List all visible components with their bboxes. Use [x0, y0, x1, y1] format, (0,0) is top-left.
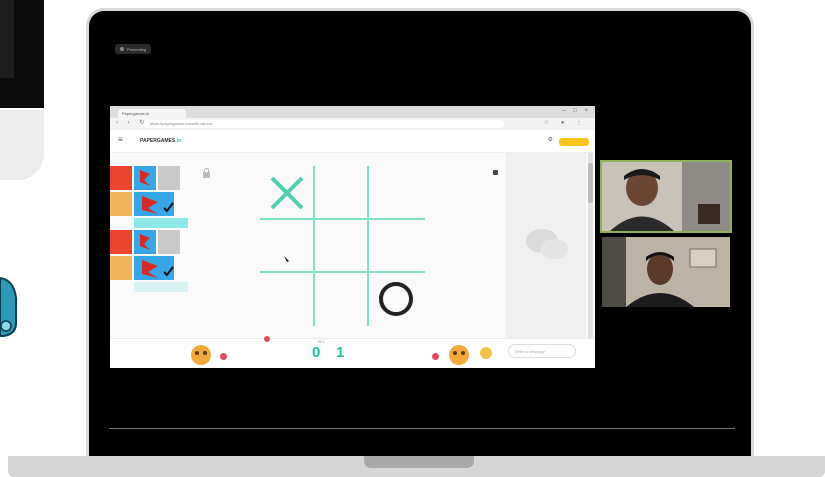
tile-blue-wide[interactable] — [134, 256, 174, 280]
laptop-screen: Presenting Papergames.io – □ × ‹ › ↻ htt… — [86, 8, 754, 460]
laptop-notch — [364, 456, 474, 468]
lock-icon[interactable] — [202, 168, 211, 178]
red-figure-icon — [140, 170, 150, 186]
tile-gray[interactable] — [158, 230, 180, 254]
x-mark — [270, 176, 304, 210]
o-mark — [379, 282, 413, 316]
player-right-status-icon — [432, 353, 439, 360]
logo-suffix: .io — [175, 138, 182, 144]
participant-1-photo — [602, 162, 730, 231]
robot-mascot-icon — [0, 276, 17, 337]
hamburger-icon[interactable]: ≡ — [118, 135, 123, 144]
player-right-avatar-icon[interactable] — [444, 343, 474, 367]
tile-blue[interactable] — [134, 230, 156, 254]
site-header: ≡ PAPERGAMES.io ⚙ — [110, 130, 595, 153]
tic-tac-toe-board[interactable] — [260, 166, 430, 326]
participant-video-active[interactable] — [600, 160, 732, 233]
help-icon[interactable]: ⚙ — [548, 136, 553, 143]
score-left: 0 — [312, 344, 321, 361]
chat-panel — [506, 153, 586, 338]
chat-bubbles-icon — [526, 229, 568, 259]
red-figure-icon — [140, 234, 150, 250]
tile-gray[interactable] — [158, 166, 180, 190]
presenting-indicator[interactable]: Presenting — [115, 44, 152, 54]
scrollbar[interactable] — [588, 153, 593, 338]
presenting-label: Presenting — [127, 46, 147, 52]
left-gray-card — [0, 110, 44, 180]
game-bottom-bar: W L 0 1 Write a message — [110, 336, 595, 368]
red-figure-icon — [142, 260, 174, 278]
present-icon — [120, 47, 124, 51]
red-figure-icon — [142, 196, 174, 214]
extension-icons[interactable]: ☆ ● ⋮ — [544, 119, 587, 126]
browser-tab[interactable]: Papergames.io — [118, 109, 186, 118]
logo-text: PAPERGAMES — [140, 138, 176, 144]
tile-strip — [134, 218, 188, 228]
tile-character[interactable] — [110, 256, 132, 280]
tile-blue-wide[interactable] — [134, 192, 174, 216]
left-dark-panel — [0, 0, 44, 108]
scroll-thumb[interactable] — [588, 163, 593, 203]
settings-dot-icon[interactable] — [493, 170, 498, 175]
tile-strip — [134, 282, 188, 292]
tile-red[interactable] — [110, 166, 132, 190]
site-logo[interactable]: PAPERGAMES.io — [140, 138, 181, 144]
chat-input[interactable]: Write a message — [508, 344, 576, 358]
meet-divider — [109, 428, 735, 429]
window-controls[interactable]: – □ × — [562, 108, 591, 114]
tile-character[interactable] — [110, 192, 132, 216]
left-dark-inner — [0, 0, 14, 78]
emoji-button-icon[interactable] — [480, 347, 492, 359]
turn-indicator-icon — [264, 336, 270, 342]
tile-blue[interactable] — [134, 166, 156, 190]
address-bar[interactable]: https://papergames.io/en/tic-tac-toe — [144, 120, 504, 128]
browser-toolbar: ‹ › ↻ https://papergames.io/en/tic-tac-t… — [110, 118, 595, 130]
participant-2-photo — [602, 237, 730, 307]
player-left-avatar-icon[interactable] — [186, 343, 216, 367]
player-left-status-icon — [220, 353, 227, 360]
cursor-icon — [284, 256, 289, 262]
browser-tab-bar: Papergames.io – □ × — [110, 106, 595, 118]
premium-button[interactable] — [559, 138, 589, 146]
participant-video[interactable] — [602, 237, 730, 307]
score-right: 1 — [336, 344, 345, 361]
tile-red[interactable] — [110, 230, 132, 254]
shared-screen: Papergames.io – □ × ‹ › ↻ https://paperg… — [110, 106, 595, 368]
